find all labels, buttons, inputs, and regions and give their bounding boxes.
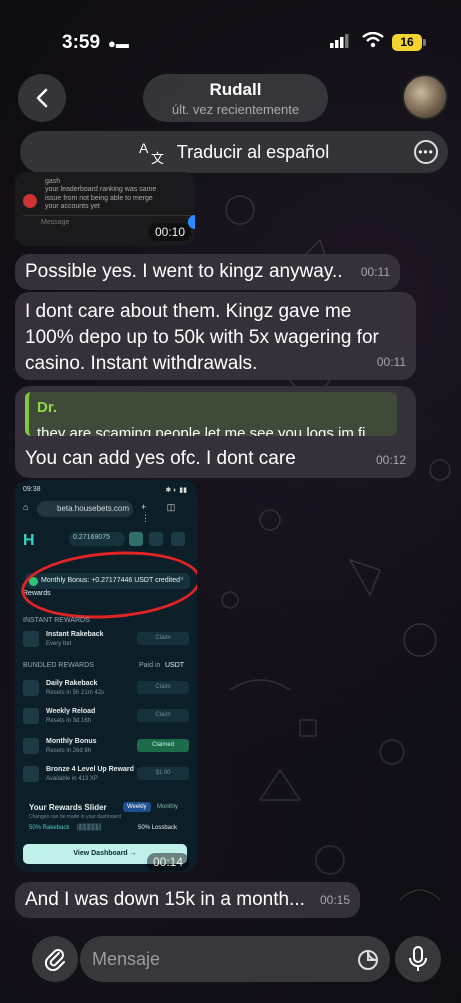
reply-text: they are scaming people let me see you l…	[37, 425, 379, 436]
wifi-icon	[362, 32, 384, 48]
profile-icon	[171, 532, 185, 546]
reward-row: Bronze 4 Level Up Reward Available in 41…	[23, 762, 189, 788]
reward-subtitle: Every bet	[46, 641, 72, 647]
slider-subtitle: Changes can be made in your dashboard	[29, 814, 121, 820]
reward-subtitle: Resets in 26d 8h	[46, 748, 92, 754]
lossback-label: 50% Lossback	[138, 825, 178, 831]
site-logo: H	[23, 532, 35, 549]
url-bar: beta.housebets.com	[37, 501, 133, 517]
reward-icon	[23, 631, 39, 647]
chat-icon	[149, 532, 163, 546]
claim-button: Claim	[137, 681, 189, 694]
screenshot-message[interactable]: 09:38 ✱ ◐ ▮▮ ⌂ beta.housebets.com + ◫ ⋮ …	[15, 480, 197, 872]
message-text: You can add yes ofc. I dont care	[25, 448, 296, 469]
reward-row: Weekly Reload Resets in 3d 16h Claim	[23, 704, 189, 730]
message-composer	[0, 930, 461, 990]
attach-button[interactable]	[32, 936, 78, 982]
phone-time: 09:38	[23, 486, 41, 493]
paid-in-label: Paid in	[139, 662, 161, 669]
translate-icon: A 文	[139, 140, 164, 165]
tab-weekly: Weekly	[123, 802, 151, 812]
message-time: 00:11	[376, 355, 406, 369]
reward-subtitle: Resets in 3d 16h	[46, 718, 92, 724]
currency-label: USDT	[165, 662, 185, 669]
claimed-button: Claimed	[137, 739, 189, 752]
reward-row: Instant Rakeback Every bet Claim	[23, 627, 189, 653]
reward-subtitle: Available in 413 XP	[46, 776, 98, 782]
reply-author: Dr.	[37, 399, 58, 416]
translate-bar[interactable]: A 文 Traducir al español •••	[20, 131, 448, 173]
message-time: 00:14	[147, 853, 190, 871]
back-button[interactable]	[18, 74, 66, 122]
claim-button: Claim	[137, 709, 189, 722]
svg-text:A: A	[139, 140, 149, 156]
wallet-icon	[129, 532, 143, 546]
message-time: 00:10	[149, 223, 192, 241]
reward-title: Weekly Reload	[46, 708, 96, 715]
svg-text:文: 文	[151, 152, 164, 165]
reward-title: Monthly Bonus	[46, 738, 97, 745]
avatar	[23, 194, 37, 208]
message-time: 00:15	[319, 893, 350, 907]
rakeback-label: 50% Rakeback	[29, 825, 70, 831]
sticker-icon[interactable]	[356, 948, 380, 972]
message-text: I dont care about them. Kingz gave me 10…	[25, 301, 379, 374]
balance-pill: 0.27169075	[69, 532, 125, 546]
reward-icon	[23, 738, 39, 754]
tab-monthly: Monthly	[157, 804, 179, 810]
phone-status-icons: ✱ ◐ ▮▮	[165, 487, 187, 494]
chevron-left-icon	[36, 88, 48, 108]
reward-title: Bronze 4 Level Up Reward	[46, 766, 134, 773]
person-icon: ●▬	[108, 36, 129, 51]
instant-rewards-label: INSTANT REWARDS	[23, 617, 90, 624]
browser-toolbar-icons: + ◫ ⋮	[141, 502, 185, 523]
reward-icon	[23, 708, 39, 724]
reward-subtitle: Resets in 5h 21m 42s	[46, 690, 105, 696]
chat-header-title[interactable]: Rudall últ. vez recientemente	[143, 74, 328, 122]
bundled-rewards-label: BUNDLED REWARDS	[23, 662, 94, 669]
more-options-icon[interactable]: •••	[414, 140, 438, 164]
reward-icon	[23, 766, 39, 782]
message-bubble[interactable]: Possible yes. I went to kingz anyway.. 0…	[15, 254, 400, 290]
clock: 3:59	[62, 32, 101, 53]
message-text: And I was down 15k in a month...	[25, 889, 305, 910]
contact-status: últ. vez recientemente	[171, 102, 300, 117]
mic-button[interactable]	[395, 936, 441, 982]
reward-icon	[23, 680, 39, 696]
slider-track: ||||||||||||||||||	[77, 824, 101, 831]
reward-title: Instant Rakeback	[46, 631, 104, 638]
status-bar: 3:59 ●▬ 16	[0, 0, 461, 70]
image-message-thumbnail[interactable]: gash your leaderboard ranking was same i…	[15, 172, 195, 246]
slider-title: Your Rewards Slider	[29, 803, 107, 812]
reward-title: Daily Rakeback	[46, 680, 98, 687]
red-annotation-circle	[18, 545, 197, 625]
paperclip-icon	[44, 949, 65, 971]
claim-button: $1.00	[137, 767, 189, 780]
reward-row: Monthly Bonus Resets in 26d 8h Claimed	[23, 734, 189, 760]
message-text: Possible yes. I went to kingz anyway..	[25, 261, 343, 282]
contact-name: Rudall	[209, 80, 262, 99]
claim-button: Claim	[137, 632, 189, 645]
contact-avatar[interactable]	[402, 74, 448, 120]
thumbnail-text: gash your leaderboard ranking was same i…	[45, 178, 157, 211]
message-time: 00:11	[360, 265, 390, 279]
message-bubble[interactable]: Dr. they are scaming people let me see y…	[15, 386, 416, 478]
battery-icon: 16	[392, 34, 426, 51]
signal-icon	[330, 34, 349, 48]
reply-quote[interactable]: Dr. they are scaming people let me see y…	[25, 392, 397, 436]
message-bubble[interactable]: And I was down 15k in a month... 00:15	[15, 882, 360, 918]
message-bubble[interactable]: I dont care about them. Kingz gave me 10…	[15, 292, 416, 380]
translate-label: Traducir al español	[176, 141, 330, 162]
message-time: 00:12	[375, 453, 406, 467]
message-input[interactable]	[80, 936, 390, 982]
home-icon: ⌂	[23, 502, 29, 512]
microphone-icon	[409, 946, 427, 971]
reward-row: Daily Rakeback Resets in 5h 21m 42s Clai…	[23, 676, 189, 702]
